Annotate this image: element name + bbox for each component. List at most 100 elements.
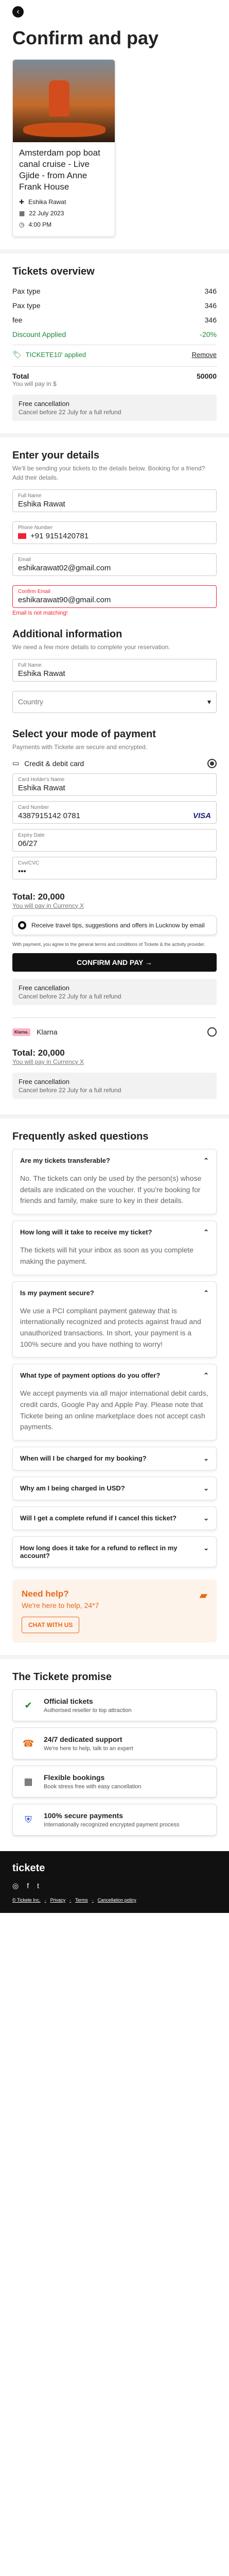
row-value: 346	[204, 301, 217, 310]
chevron-up-icon: ⌃	[203, 1228, 209, 1236]
confirm-email-field[interactable]: Confirm Email eshikarawat90@gmail.com	[12, 585, 217, 608]
check-badge-icon: ✔	[24, 1700, 32, 1710]
additional-name-field[interactable]: Full Name Eshika Rawat	[12, 658, 217, 682]
back-button[interactable]: ‹	[12, 6, 24, 18]
faq-question: How long does it take for a refund to re…	[20, 1544, 178, 1560]
promise-title: Flexible bookings	[44, 1773, 105, 1782]
credit-card-icon: ▭	[12, 759, 20, 768]
full-name-field[interactable]: Full Name Eshika Rawat	[12, 489, 217, 512]
faq-question: Will I get a complete refund if I cancel…	[20, 1514, 177, 1522]
faq-question: Are my tickets transferable?	[20, 1157, 110, 1165]
footer-logo: tickete	[12, 1862, 45, 1874]
promise-title: 24/7 dedicated support	[44, 1735, 122, 1743]
additional-title: Additional information	[12, 628, 122, 640]
faq-question: How long will it take to receive my tick…	[20, 1228, 152, 1236]
card-holder-field[interactable]: Card Holder's Name Eshika Rawat	[12, 773, 217, 796]
faq-item[interactable]: What type of payment options do you offe…	[12, 1364, 217, 1440]
faq-answer: No. The tickets can only be used by the …	[20, 1174, 202, 1205]
email-error: Email is not matching!	[12, 609, 68, 616]
chevron-down-icon: ⌄	[203, 1454, 209, 1462]
chevron-down-icon: ▾	[207, 697, 211, 706]
email-field[interactable]: Email eshikarawat02@gmail.com	[12, 553, 217, 576]
promise-subtitle: Internationally recognized encrypted pay…	[44, 1822, 180, 1828]
support-icon: ☎	[22, 1738, 34, 1749]
faq-question: What type of payment options do you offe…	[20, 1371, 161, 1380]
copyright: © Tickete Inc.	[12, 1897, 41, 1903]
faq-title: Frequently asked questions	[12, 1131, 149, 1143]
discount-value: -20%	[200, 330, 217, 338]
confirm-pay-button[interactable]: CONFIRM AND PAY →	[12, 953, 217, 972]
tag-icon: 🏷	[12, 350, 22, 359]
faq-item[interactable]: How long does it take for a refund to re…	[12, 1536, 217, 1567]
row-label: Pax type	[12, 301, 41, 310]
visa-icon: VISA	[192, 811, 211, 820]
flag-icon	[18, 533, 26, 539]
row-label: fee	[12, 315, 23, 324]
overview-row: Pax type 346	[12, 298, 217, 313]
tips-checkbox[interactable]	[18, 921, 26, 929]
cvc-field[interactable]: Cvv/CVC •••	[12, 856, 217, 879]
promise-title: Official tickets	[44, 1697, 93, 1705]
klarna-radio[interactable]	[207, 1027, 217, 1037]
calendar-icon: ▦	[24, 1776, 33, 1787]
remove-promo-link[interactable]: Remove	[192, 351, 217, 359]
chevron-down-icon: ⌄	[203, 1484, 209, 1492]
promise-card: ☎ 24/7 dedicated support We're here to hel…	[12, 1727, 217, 1759]
faq-item[interactable]: Is my payment secure? ⌃ We use a PCI compl…	[12, 1281, 217, 1358]
chevron-down-icon: ⌄	[203, 1544, 209, 1552]
faq-item[interactable]: When will I be charged for my booking? ⌄	[12, 1447, 217, 1470]
shield-icon: ⛨	[25, 1814, 32, 1825]
expiry-field[interactable]: Expiry Date 06/27	[12, 828, 217, 852]
row-label: Pax type	[12, 286, 41, 295]
event-card: Amsterdam pop boat canal cruise - Live G…	[12, 59, 115, 237]
promise-subtitle: We're here to help, talk to an expert	[44, 1745, 133, 1752]
chevron-up-icon: ⌃	[203, 1289, 209, 1297]
promise-subtitle: Authorised reseller to top attraction	[44, 1707, 132, 1714]
total-label: Total	[12, 371, 29, 380]
chat-button[interactable]: CHAT WITH US	[22, 1617, 80, 1633]
event-title: Amsterdam pop boat canal cruise - Live G…	[19, 148, 100, 192]
puzzle-icon: ✚	[19, 198, 25, 206]
tips-checkbox-row[interactable]: Receive travel tips, suggestions and off…	[12, 915, 217, 935]
privacy-link[interactable]: Privacy	[50, 1897, 66, 1903]
faq-item[interactable]: How long will it take to receive my tick…	[12, 1221, 217, 1275]
payment-cancellation-note: Free cancellation Cancel before 22 July f…	[12, 979, 217, 1006]
twitter-icon[interactable]: t	[37, 1882, 39, 1890]
faq-item[interactable]: Are my tickets transferable? ⌃ No. The tic…	[12, 1149, 217, 1215]
chat-bubble-icon: ▰	[199, 1590, 207, 1601]
overview-title: Tickets overview	[12, 265, 95, 277]
row-value: 346	[204, 315, 217, 324]
faq-answer: We accept payments via all major interna…	[20, 1389, 208, 1431]
chevron-down-icon: ⌄	[203, 1514, 209, 1522]
promise-card: ▦ Flexible bookings Book stress free with …	[12, 1766, 217, 1798]
terms-text: With payment, you agree to the general t…	[12, 941, 205, 947]
phone-field[interactable]: Phone Number +91 9151420781	[12, 521, 217, 544]
help-card: Need help? We're here to help, 24*7 ▰ CH…	[12, 1580, 217, 1642]
payment-total: Total: 20,000	[12, 891, 65, 902]
faq-question: When will I be charged for my booking?	[20, 1454, 147, 1462]
additional-subtitle: We need a few more details to complete y…	[12, 643, 170, 651]
event-image	[13, 60, 115, 143]
klarna-label: Klarna	[37, 1028, 58, 1037]
terms-link[interactable]: Terms	[75, 1897, 88, 1903]
cancellation-link[interactable]: Cancellation policy	[98, 1897, 136, 1903]
instagram-icon[interactable]: ◎	[12, 1882, 19, 1890]
faq-item[interactable]: Will I get a complete refund if I cancel…	[12, 1506, 217, 1530]
card-number-field[interactable]: Card Number 4387915142 0781 VISA	[12, 801, 217, 824]
faq-item[interactable]: Why am I being charged in USD? ⌄	[12, 1477, 217, 1500]
help-subtitle: We're here to help, 24*7	[22, 1601, 99, 1609]
faq-answer: The tickets will hit your inbox as soon …	[20, 1246, 193, 1265]
card-option-label: Credit & debit card	[24, 759, 84, 768]
faq-question: Is my payment secure?	[20, 1289, 94, 1297]
country-select[interactable]: Country ▾	[12, 690, 217, 713]
faq-answer: We use a PCI compliant payment gateway t…	[20, 1306, 201, 1348]
card-radio[interactable]	[207, 758, 217, 768]
promo-label: TICKETE10' applied	[25, 350, 86, 359]
currency-note: You will pay in Currency X	[12, 902, 84, 909]
facebook-icon[interactable]: f	[27, 1882, 29, 1890]
details-subtitle: We'll be sending your tickets to the det…	[12, 464, 205, 481]
overview-row: fee 346	[12, 313, 217, 327]
payment-subtitle: Payments with Tickete are secure and enc…	[12, 743, 148, 751]
chevron-up-icon: ⌃	[203, 1157, 209, 1165]
pay-currency-note: You will pay in $	[12, 380, 57, 387]
